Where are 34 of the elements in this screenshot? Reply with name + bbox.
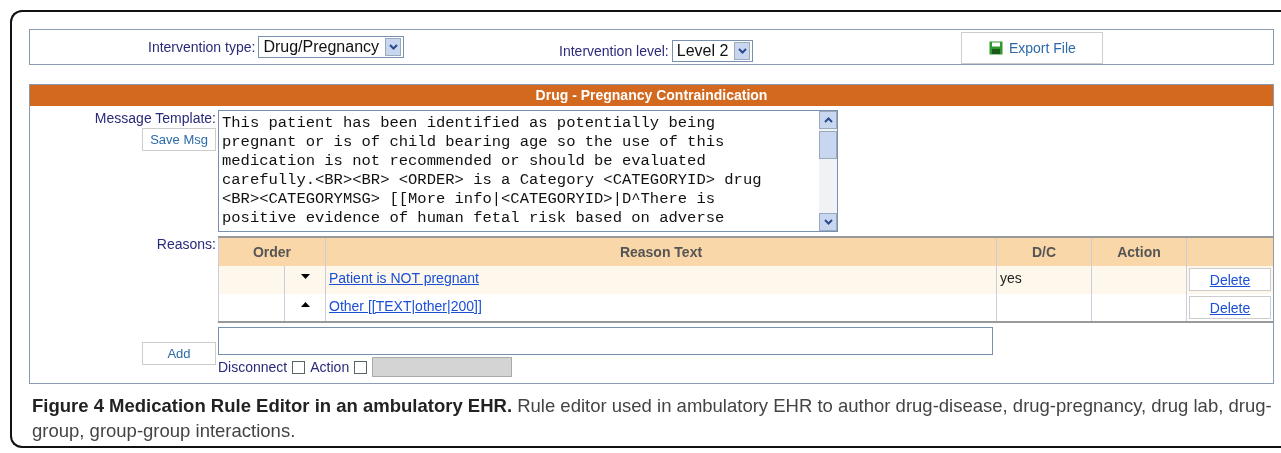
action-label: Action <box>310 359 350 375</box>
reason-link[interactable]: Patient is NOT pregnant <box>329 270 479 286</box>
caret-icon <box>734 42 751 60</box>
reason-link[interactable]: Other [[TEXT|other|200]] <box>329 298 482 314</box>
move-down-icon[interactable] <box>300 274 310 279</box>
delete-button[interactable]: Delete <box>1189 268 1271 291</box>
intervention-type-label: Intervention type: <box>148 39 256 55</box>
panel-title: Drug - Pregnancy Contraindication <box>30 85 1273 106</box>
column-header: Action <box>1091 237 1187 266</box>
reasons-label: Reasons: <box>156 236 216 252</box>
export-file-button[interactable]: Export File <box>961 32 1104 64</box>
add-button[interactable]: Add <box>142 342 216 365</box>
intervention-level-select[interactable]: Level 2 <box>671 40 754 62</box>
column-header: Reason Text <box>325 237 997 266</box>
column-header: Order <box>218 237 326 266</box>
intervention-level-label: Intervention level: <box>559 43 669 59</box>
disconnect-label: Disconnect <box>218 359 288 375</box>
move-up-icon[interactable] <box>300 302 310 307</box>
action-checkbox[interactable] <box>354 360 368 374</box>
caret-icon <box>385 38 402 56</box>
intervention-type-select[interactable]: Drug/Pregnancy <box>258 36 405 58</box>
message-template-label: Message Template: <box>94 110 216 126</box>
figure-caption: Figure 4 Medication Rule Editor in an ambulatory EHR. Rule editor used in ambulatory EHR to author drug-disease, drug-pregnancy, drug lab, drug-group, group-group interactions. <box>32 394 1273 443</box>
delete-button[interactable]: Delete <box>1189 296 1271 319</box>
scroll-up-icon[interactable] <box>823 117 833 123</box>
scrollbar[interactable] <box>819 111 837 231</box>
column-header: D/C <box>996 237 1092 266</box>
disconnect-checkbox[interactable] <box>292 360 306 374</box>
scrollbar-thumb[interactable] <box>819 131 837 159</box>
scroll-down-icon[interactable] <box>823 219 833 225</box>
dc-value: yes <box>1000 270 1022 286</box>
message-template-field[interactable]: This patient has been identified as potentially being pregnant or is of child bearing age so the use of this medication is not recommended or should be evaluated carefully.<BR><BR> <ORDER> is a Category <CATEGORYID> drug <BR><CATEGORYMSG> [[More info|<CATEGORYID>|D^There is positive evidence of human fetal risk based on adverse <box>218 110 838 232</box>
reason-input-field[interactable] <box>218 327 993 355</box>
save-msg-button[interactable]: Save Msg <box>142 128 216 151</box>
